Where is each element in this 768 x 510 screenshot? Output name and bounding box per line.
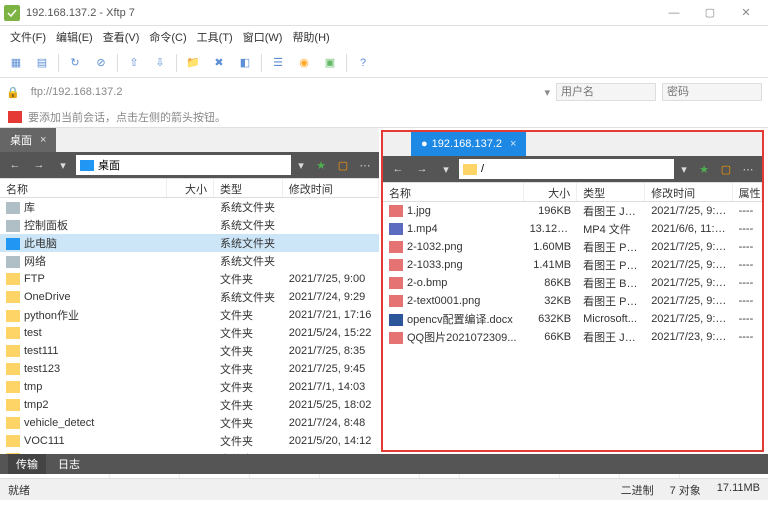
- file-row[interactable]: 2-1032.png1.60MB看图王 PN...2021/7/25, 9:06…: [383, 238, 762, 256]
- file-row[interactable]: QQ图片2021072309...66KB看图王 JP...2021/7/23,…: [383, 328, 762, 346]
- lock-icon: 🔒: [6, 86, 20, 99]
- tab-log[interactable]: 日志: [58, 456, 80, 472]
- properties-icon[interactable]: ◧: [235, 53, 255, 73]
- remote-tab[interactable]: ●192.168.137.2×: [411, 132, 526, 156]
- file-row[interactable]: 2-text0001.png32KB看图王 PN...2021/7/25, 9:…: [383, 292, 762, 310]
- home-icon[interactable]: ▢: [333, 155, 353, 175]
- close-icon[interactable]: ×: [40, 134, 46, 146]
- menu-item[interactable]: 文件(F): [6, 27, 50, 47]
- file-row[interactable]: test文件夹2021/5/24, 15:22: [0, 324, 379, 342]
- file-row[interactable]: test111文件夹2021/7/25, 8:35: [0, 342, 379, 360]
- chevron-down-icon[interactable]: ▾: [676, 163, 692, 176]
- password-field[interactable]: [662, 83, 762, 101]
- forward-button[interactable]: →: [28, 155, 50, 175]
- new-folder-icon[interactable]: 📁: [183, 53, 203, 73]
- desktop-icon: [80, 160, 94, 171]
- more-icon[interactable]: ⋯: [355, 155, 375, 175]
- folder-icon: [463, 164, 477, 175]
- column-header[interactable]: 属性: [733, 183, 762, 201]
- upload-icon[interactable]: ⇧: [124, 53, 144, 73]
- help-icon[interactable]: ?: [353, 53, 373, 73]
- file-row[interactable]: 此电脑系统文件夹: [0, 234, 379, 252]
- back-button[interactable]: ←: [387, 159, 409, 179]
- file-row[interactable]: 1.jpg196KB看图王 JP...2021/7/25, 9:34----: [383, 202, 762, 220]
- home-icon[interactable]: ▢: [716, 159, 736, 179]
- delete-icon[interactable]: ✖: [209, 53, 229, 73]
- dropdown-icon[interactable]: ▾: [435, 159, 457, 179]
- view-icon[interactable]: ☰: [268, 53, 288, 73]
- file-row[interactable]: VOC1111文件夹2021/4/28, 12:40: [0, 450, 379, 454]
- file-row[interactable]: 2-1033.png1.41MB看图王 PN...2021/7/25, 9:06…: [383, 256, 762, 274]
- close-button[interactable]: ✕: [728, 0, 764, 26]
- file-row[interactable]: vehicle_detect文件夹2021/7/24, 8:48: [0, 414, 379, 432]
- file-row[interactable]: tmp2文件夹2021/5/25, 18:02: [0, 396, 379, 414]
- column-header[interactable]: 修改时间: [283, 179, 379, 197]
- refresh-icon[interactable]: ★: [311, 155, 331, 175]
- column-header[interactable]: 名称: [0, 179, 167, 197]
- column-header[interactable]: 大小: [167, 179, 214, 197]
- reconnect-icon[interactable]: ↻: [65, 53, 85, 73]
- menu-item[interactable]: 帮助(H): [288, 27, 333, 47]
- app-icon: [4, 5, 20, 21]
- column-header[interactable]: 类型: [214, 179, 283, 197]
- more-icon[interactable]: ⋯: [738, 159, 758, 179]
- flag-icon: [8, 111, 22, 123]
- file-row[interactable]: python作业文件夹2021/7/21, 17:16: [0, 306, 379, 324]
- refresh-icon[interactable]: ★: [694, 159, 714, 179]
- tab-transfer[interactable]: 传输: [8, 454, 46, 474]
- file-row[interactable]: VOC111文件夹2021/5/20, 14:12: [0, 432, 379, 450]
- minimize-button[interactable]: —: [656, 0, 692, 26]
- forward-button[interactable]: →: [411, 159, 433, 179]
- menu-item[interactable]: 编辑(E): [52, 27, 97, 47]
- open-icon[interactable]: ▤: [32, 53, 52, 73]
- menu-item[interactable]: 窗口(W): [239, 27, 287, 47]
- status-size: 17.11MB: [717, 482, 760, 498]
- hint-text: 要添加当前会话，点击左侧的箭头按钮。: [28, 109, 226, 125]
- maximize-button[interactable]: ▢: [692, 0, 728, 26]
- column-header[interactable]: 类型: [577, 183, 645, 201]
- dropdown-icon[interactable]: ▾: [52, 155, 74, 175]
- menu-item[interactable]: 命令(C): [145, 27, 190, 47]
- menu-item[interactable]: 查看(V): [99, 27, 144, 47]
- sync-icon[interactable]: ◉: [294, 53, 314, 73]
- file-row[interactable]: 2-o.bmp86KB看图王 BM...2021/7/25, 9:06----: [383, 274, 762, 292]
- file-row[interactable]: test123文件夹2021/7/25, 9:45: [0, 360, 379, 378]
- status-mode: 二进制: [621, 482, 654, 498]
- username-field[interactable]: [556, 83, 656, 101]
- column-header[interactable]: 名称: [383, 183, 524, 201]
- status-objects: 7 对象: [670, 482, 701, 498]
- terminal-icon[interactable]: ▣: [320, 53, 340, 73]
- file-row[interactable]: OneDrive系统文件夹2021/7/24, 9:29: [0, 288, 379, 306]
- new-session-icon[interactable]: ▦: [6, 53, 26, 73]
- path-input[interactable]: /: [459, 159, 674, 179]
- menu-bar: 文件(F)编辑(E)查看(V)命令(C)工具(T)窗口(W)帮助(H): [0, 26, 768, 48]
- window-title: 192.168.137.2 - Xftp 7: [26, 7, 135, 19]
- file-row[interactable]: 控制面板系统文件夹: [0, 216, 379, 234]
- disconnect-icon[interactable]: ⊘: [91, 53, 111, 73]
- column-header[interactable]: 修改时间: [645, 183, 732, 201]
- toolbar: ▦ ▤ ↻ ⊘ ⇧ ⇩ 📁 ✖ ◧ ☰ ◉ ▣ ?: [0, 48, 768, 78]
- status-ready: 就绪: [8, 482, 30, 498]
- file-row[interactable]: 库系统文件夹: [0, 198, 379, 216]
- dropdown-icon[interactable]: ▾: [544, 86, 550, 99]
- local-tab[interactable]: 桌面×: [0, 128, 56, 152]
- file-row[interactable]: 1.mp413.12MBMP4 文件2021/6/6, 11:43----: [383, 220, 762, 238]
- back-button[interactable]: ←: [4, 155, 26, 175]
- file-row[interactable]: 网络系统文件夹: [0, 252, 379, 270]
- path-input[interactable]: 桌面: [76, 155, 291, 175]
- file-row[interactable]: tmp文件夹2021/7/1, 14:03: [0, 378, 379, 396]
- menu-item[interactable]: 工具(T): [193, 27, 237, 47]
- close-icon[interactable]: ×: [510, 138, 516, 150]
- download-icon[interactable]: ⇩: [150, 53, 170, 73]
- address-url[interactable]: ftp://192.168.137.2: [26, 83, 539, 101]
- file-row[interactable]: FTP文件夹2021/7/25, 9:00: [0, 270, 379, 288]
- chevron-down-icon[interactable]: ▾: [293, 159, 309, 172]
- column-header[interactable]: 大小: [524, 183, 578, 201]
- file-row[interactable]: opencv配置编译.docx632KBMicrosoft...2021/7/2…: [383, 310, 762, 328]
